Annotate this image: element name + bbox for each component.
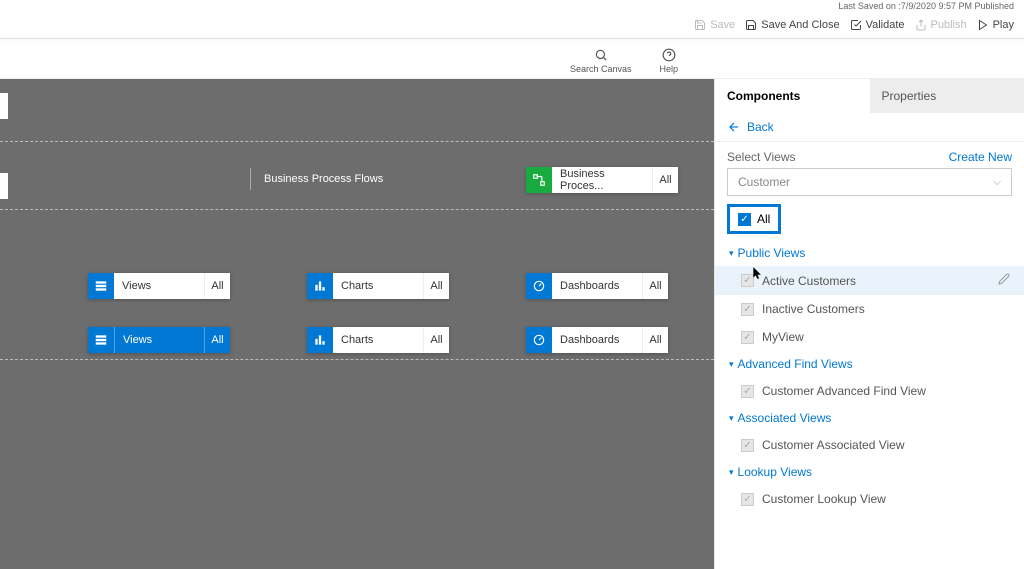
view-item-associated[interactable]: ✓ Customer Associated View — [715, 431, 1024, 459]
tab-components[interactable]: Components — [715, 79, 870, 113]
publish-icon — [915, 19, 927, 31]
item-checkbox[interactable]: ✓ — [741, 331, 754, 344]
separator — [250, 168, 251, 190]
help-icon — [662, 48, 676, 62]
charts-tile[interactable]: Charts All — [307, 273, 449, 299]
entity-dropdown[interactable]: Customer ⌵ — [727, 168, 1012, 196]
create-new-link[interactable]: Create New — [949, 150, 1012, 164]
item-checkbox[interactable]: ✓ — [741, 274, 754, 287]
views-tile[interactable]: Views All — [88, 273, 230, 299]
publish-label: Publish — [931, 19, 967, 31]
view-item-myview[interactable]: ✓ MyView — [715, 323, 1024, 351]
view-item-active-customers[interactable]: ✓ Active Customers — [715, 266, 1024, 295]
view-item-lookup[interactable]: ✓ Customer Lookup View — [715, 485, 1024, 513]
tile-tag: All — [642, 273, 668, 299]
charts-tile[interactable]: Charts All — [307, 327, 449, 353]
publish-button: Publish — [915, 19, 967, 31]
collapsed-pane-stub[interactable] — [0, 173, 8, 199]
validate-button[interactable]: Validate — [850, 19, 905, 31]
item-label: Customer Advanced Find View — [762, 384, 926, 398]
group-lookup[interactable]: Lookup Views — [715, 459, 1024, 485]
item-label: Customer Associated View — [762, 438, 905, 452]
tile-label: Views — [114, 273, 204, 299]
help-button[interactable]: Help — [659, 48, 678, 74]
group-advanced-find[interactable]: Advanced Find Views — [715, 351, 1024, 377]
play-label: Play — [993, 19, 1014, 31]
dashboards-tile[interactable]: Dashboards All — [526, 327, 668, 353]
item-label: Customer Lookup View — [762, 492, 886, 506]
side-panel: Components Properties Back Select Views … — [714, 79, 1024, 569]
group-associated[interactable]: Associated Views — [715, 405, 1024, 431]
view-item-inactive-customers[interactable]: ✓ Inactive Customers — [715, 295, 1024, 323]
views-icon — [88, 327, 114, 353]
validate-icon — [850, 19, 862, 31]
tile-tag: All — [652, 167, 678, 193]
chevron-down-icon: ⌵ — [993, 177, 1001, 188]
tile-tag: All — [642, 327, 668, 353]
back-label: Back — [747, 120, 774, 134]
edit-icon[interactable] — [998, 273, 1010, 288]
tile-tag: All — [204, 327, 230, 353]
item-label: Active Customers — [762, 274, 856, 288]
views-icon — [88, 273, 114, 299]
flow-icon — [526, 167, 552, 193]
tile-label: Dashboards — [552, 327, 642, 353]
back-button[interactable]: Back — [715, 113, 1024, 142]
dashboards-icon — [526, 273, 552, 299]
play-icon — [977, 19, 989, 31]
tile-tag: All — [204, 273, 230, 299]
item-checkbox[interactable]: ✓ — [741, 303, 754, 316]
tile-tag: All — [423, 273, 449, 299]
save-close-label: Save And Close — [761, 19, 839, 31]
charts-icon — [307, 327, 333, 353]
save-close-icon — [745, 19, 757, 31]
section-divider — [0, 359, 714, 360]
view-item-advanced-find[interactable]: ✓ Customer Advanced Find View — [715, 377, 1024, 405]
all-label: All — [757, 212, 770, 226]
sub-toolbar: Search Canvas Help — [0, 39, 1024, 79]
item-checkbox[interactable]: ✓ — [741, 439, 754, 452]
item-checkbox[interactable]: ✓ — [741, 493, 754, 506]
tile-label: Dashboards — [552, 273, 642, 299]
search-canvas-button[interactable]: Search Canvas — [570, 48, 632, 74]
item-label: MyView — [762, 330, 804, 344]
design-canvas[interactable]: Business Process Flows Business Proces..… — [0, 79, 714, 569]
all-checkbox[interactable]: ✓ — [738, 213, 751, 226]
tile-label: Views — [114, 327, 204, 353]
dropdown-value: Customer — [738, 175, 790, 189]
panel-tabs: Components Properties — [715, 79, 1024, 113]
status-bar: Last Saved on :7/9/2020 9:57 PM Publishe… — [0, 0, 1024, 12]
save-label: Save — [710, 19, 735, 31]
collapsed-pane-stub[interactable] — [0, 93, 8, 119]
tile-label: Charts — [333, 273, 423, 299]
bpf-section-label: Business Process Flows — [264, 173, 383, 185]
item-checkbox[interactable]: ✓ — [741, 385, 754, 398]
save-close-button[interactable]: Save And Close — [745, 19, 839, 31]
tile-tag: All — [423, 327, 449, 353]
search-icon — [594, 48, 608, 62]
play-button[interactable]: Play — [977, 19, 1014, 31]
dashboards-icon — [526, 327, 552, 353]
bpf-tile[interactable]: Business Proces... All — [526, 167, 678, 193]
help-label: Help — [659, 64, 678, 74]
item-label: Inactive Customers — [762, 302, 865, 316]
save-icon — [694, 19, 706, 31]
select-views-label: Select Views — [727, 150, 795, 164]
charts-icon — [307, 273, 333, 299]
save-button: Save — [694, 19, 735, 31]
tab-properties[interactable]: Properties — [870, 79, 1024, 113]
dashboards-tile[interactable]: Dashboards All — [526, 273, 668, 299]
section-divider — [0, 141, 714, 142]
tile-label: Business Proces... — [552, 167, 652, 193]
all-checkbox-highlight: ✓ All — [727, 204, 781, 234]
views-tile-selected[interactable]: Views All — [88, 327, 230, 353]
section-divider — [0, 209, 714, 210]
validate-label: Validate — [866, 19, 905, 31]
tile-label: Charts — [333, 327, 423, 353]
back-arrow-icon — [727, 120, 741, 134]
group-public-views[interactable]: Public Views — [715, 240, 1024, 266]
search-label: Search Canvas — [570, 64, 632, 74]
toolbar: Save Save And Close Validate Publish Pla… — [0, 12, 1024, 38]
